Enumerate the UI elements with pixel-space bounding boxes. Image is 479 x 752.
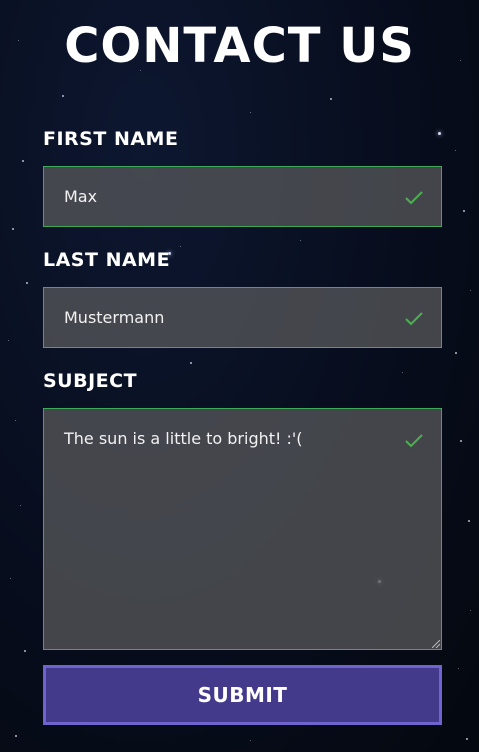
first-name-label: FIRST NAME bbox=[43, 128, 179, 150]
first-name-input[interactable] bbox=[44, 167, 441, 226]
submit-button[interactable]: SUBMIT bbox=[43, 665, 442, 725]
page-title: CONTACT US bbox=[64, 18, 415, 74]
last-name-label: LAST NAME bbox=[43, 249, 171, 271]
last-name-field-wrapper bbox=[43, 287, 442, 348]
last-name-input[interactable] bbox=[44, 288, 441, 347]
subject-field-wrapper: The sun is a little to bright! :'( bbox=[43, 408, 442, 650]
check-icon bbox=[405, 312, 423, 326]
resize-grip-icon[interactable] bbox=[432, 640, 440, 648]
subject-label: SUBJECT bbox=[43, 370, 138, 392]
first-name-field-wrapper bbox=[43, 166, 442, 227]
check-icon bbox=[405, 191, 423, 205]
subject-textarea[interactable]: The sun is a little to bright! :'( bbox=[44, 409, 441, 649]
check-icon bbox=[405, 434, 423, 448]
